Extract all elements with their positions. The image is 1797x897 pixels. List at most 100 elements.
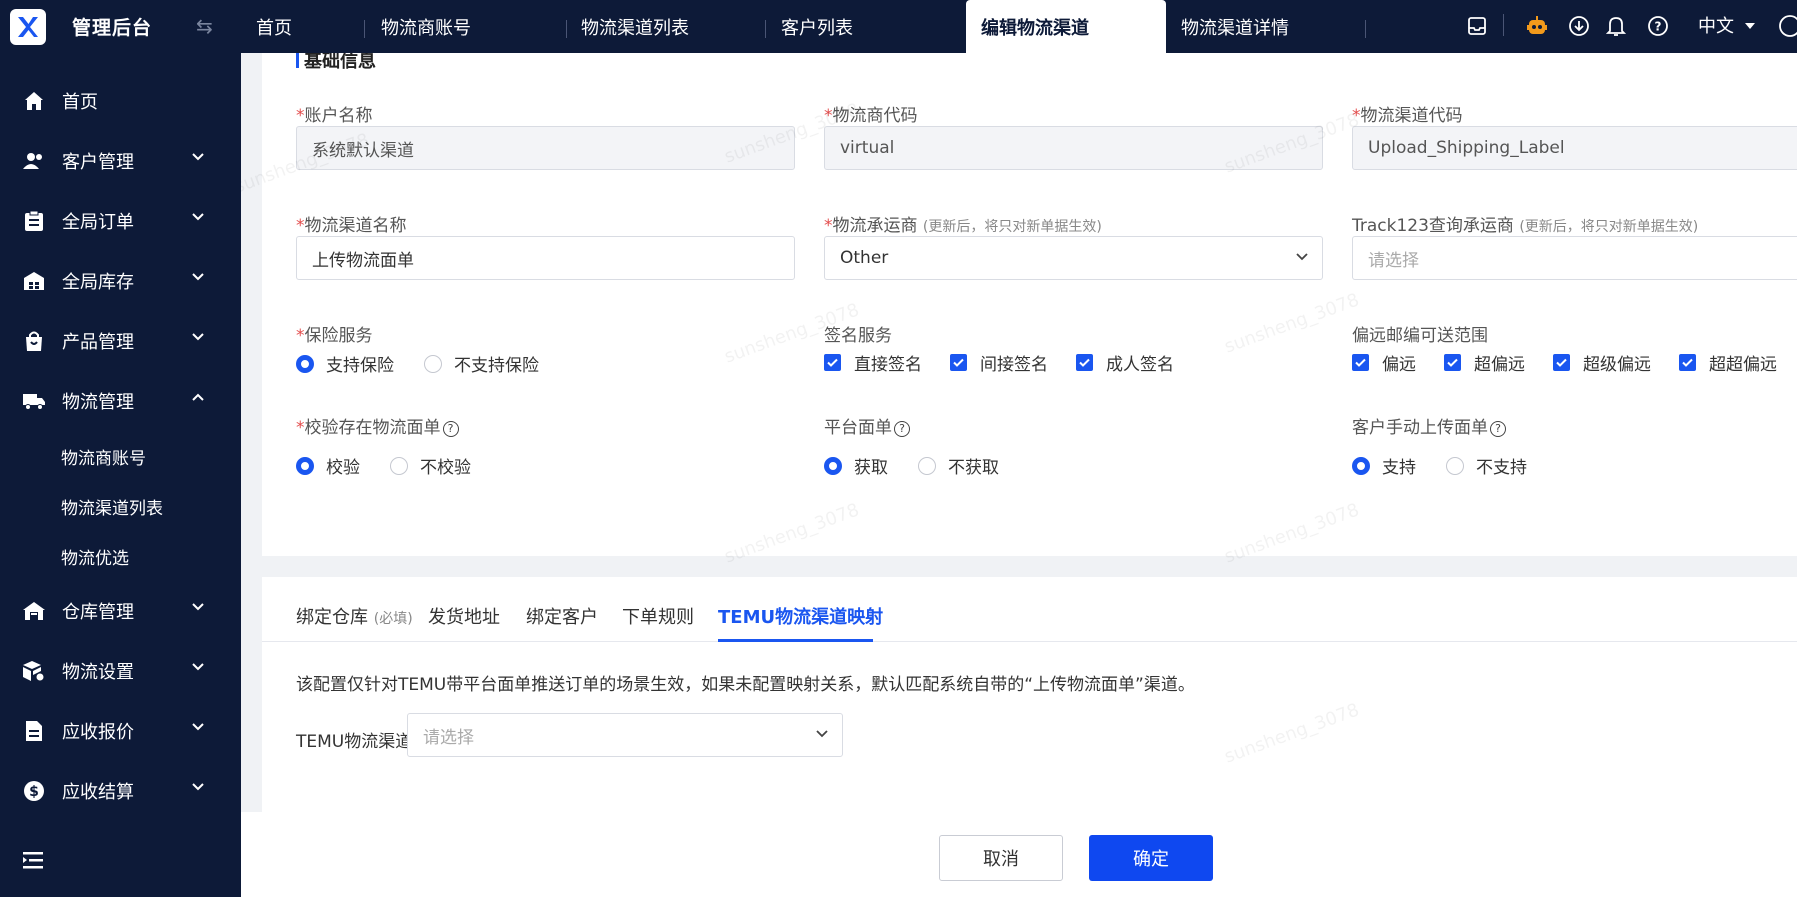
confirm-button[interactable]: 确定 (1089, 835, 1213, 881)
radio-unchecked-icon (918, 456, 936, 475)
subtab-bind-customer[interactable]: 绑定客户 (526, 603, 598, 629)
language-selector[interactable]: 中文 (1698, 12, 1756, 38)
temu-channel-select[interactable]: 请选择 (407, 713, 843, 757)
checkbox-checked-icon (1679, 354, 1696, 371)
track123-select[interactable]: 请选择 (1352, 236, 1797, 280)
checkbox-checked-icon (1553, 354, 1570, 371)
sidebar-item-products[interactable]: 产品管理 (0, 311, 241, 371)
help-circle-icon[interactable]: ? (1646, 14, 1670, 38)
track123-label: Track123查询承运商 (更新后，将只对新单据生效) (1352, 216, 1699, 236)
submenu-item-channel-list[interactable]: 物流渠道列表 (0, 481, 241, 531)
sidebar-item-label: 首页 (62, 92, 98, 113)
checkbox-checked-icon (1444, 354, 1461, 371)
signature-check-indirect[interactable]: 间接签名 (950, 350, 1048, 375)
sidebar-item-customers[interactable]: 客户管理 (0, 131, 241, 191)
sidebar-item-home[interactable]: 首页 (0, 71, 241, 131)
chevron-down-icon (192, 273, 204, 281)
signature-check-direct[interactable]: 直接签名 (824, 350, 922, 375)
help-icon[interactable]: ? (1490, 421, 1506, 437)
sidebar-item-warehouse[interactable]: 仓库管理 (0, 581, 241, 641)
tab-edit-channel[interactable]: 编辑物流渠道 (966, 0, 1166, 53)
platform-radio-fetch[interactable]: 获取 (824, 453, 888, 478)
tab-home[interactable]: 首页 (256, 0, 292, 53)
sidebar-item-orders[interactable]: 全局订单 (0, 191, 241, 251)
tab-channel-list[interactable]: 物流渠道列表 (581, 0, 689, 53)
settings-tabs-card: 绑定仓库 (必填) 发货地址 绑定客户 下单规则 TEMU物流渠道映射 该配置仅… (262, 577, 1797, 841)
remote-check-extra[interactable]: 超偏远 (1444, 350, 1525, 375)
carrier-code-input[interactable]: virtual (824, 126, 1323, 170)
remote-check-remote[interactable]: 偏远 (1352, 350, 1416, 375)
insurance-radio-no-support[interactable]: 不支持保险 (424, 351, 539, 376)
language-label: 中文 (1698, 16, 1734, 37)
chevron-down-icon (192, 213, 204, 221)
sidebar-item-receivable-settlement[interactable]: $ 应收结算 (0, 761, 241, 821)
manual-upload-radio-support[interactable]: 支持 (1352, 453, 1416, 478)
channel-code-input[interactable]: Upload_Shipping_Label (1352, 126, 1797, 170)
radio-checked-icon (1352, 456, 1370, 475)
channel-name-label: *物流渠道名称 (296, 216, 407, 236)
app-logo-icon[interactable] (10, 8, 46, 45)
manual-upload-radio-no-support[interactable]: 不支持 (1446, 453, 1527, 478)
tab-divider (1365, 20, 1366, 38)
sidebar-item-inventory[interactable]: 全局库存 (0, 251, 241, 311)
svg-text:?: ? (1655, 20, 1662, 34)
truck-icon (22, 389, 46, 413)
avatar[interactable] (1778, 14, 1797, 38)
chevron-down-icon (192, 333, 204, 341)
inbox-icon[interactable] (1465, 14, 1489, 38)
help-icon[interactable]: ? (894, 421, 910, 437)
menu-fold-icon[interactable] (22, 850, 44, 874)
users-icon (22, 149, 46, 173)
tab-divider (765, 20, 766, 38)
subtab-temu-mapping[interactable]: TEMU物流渠道映射 (718, 603, 883, 629)
sidebar-item-receivable-quotes[interactable]: 应收报价 (0, 701, 241, 761)
bell-icon[interactable] (1604, 14, 1628, 38)
radio-checked-icon (824, 456, 842, 475)
verify-radio-yes[interactable]: 校验 (296, 453, 360, 478)
tab-channel-details[interactable]: 物流渠道详情 (1181, 0, 1289, 53)
signature-check-adult[interactable]: 成人签名 (1076, 350, 1174, 375)
radio-checked-icon (296, 354, 314, 373)
box-settings-icon (22, 659, 46, 683)
subtab-bind-warehouse[interactable]: 绑定仓库 (必填) (296, 603, 413, 629)
remote-check-ultra[interactable]: 超超偏远 (1679, 350, 1777, 375)
sidebar-item-label: 物流管理 (62, 392, 134, 413)
sidebar-item-label: 产品管理 (62, 332, 134, 353)
shipper-select[interactable]: Other (824, 236, 1323, 280)
robot-assistant-icon[interactable] (1525, 14, 1549, 38)
download-icon[interactable] (1567, 14, 1591, 38)
radio-checked-icon (296, 456, 314, 475)
collapse-sidebar-icon[interactable]: ⇆ (196, 14, 213, 38)
tab-customer-list[interactable]: 客户列表 (781, 0, 853, 53)
platform-radio-no-fetch[interactable]: 不获取 (918, 453, 999, 478)
sidebar-item-logistics[interactable]: 物流管理 (0, 371, 241, 431)
chevron-down-icon (192, 783, 204, 791)
chevron-down-icon (192, 663, 204, 671)
remote-check-super[interactable]: 超级偏远 (1553, 350, 1651, 375)
signature-label: 签名服务 (824, 326, 892, 346)
toolbar-divider (1503, 14, 1504, 36)
account-name-input[interactable]: 系统默认渠道 (296, 126, 795, 170)
platform-label-label: 平台面单? (824, 413, 910, 438)
submenu-item-logistics-preference[interactable]: 物流优选 (0, 531, 241, 581)
submenu-item-carrier-accounts[interactable]: 物流商账号 (0, 431, 241, 481)
form-footer: 取消 确定 (241, 812, 1797, 897)
sidebar-item-logistics-settings[interactable]: 物流设置 (0, 641, 241, 701)
cancel-button[interactable]: 取消 (939, 835, 1063, 881)
sidebar-item-label: 客户管理 (62, 152, 134, 173)
help-icon[interactable]: ? (442, 421, 459, 437)
channel-name-input[interactable]: 上传物流面单 (296, 236, 795, 280)
subtab-order-rules[interactable]: 下单规则 (622, 603, 694, 629)
basic-info-card: 基础信息 *账户名称 系统默认渠道 *物流商代码 virtual *物流渠道代码… (262, 53, 1797, 556)
tab-carrier-accounts[interactable]: 物流商账号 (381, 0, 471, 53)
tab-divider (364, 20, 365, 38)
verify-radio-group: 校验 不校验 (296, 453, 501, 478)
subtab-ship-address[interactable]: 发货地址 (428, 603, 500, 629)
dollar-coin-icon: $ (22, 779, 46, 803)
insurance-radio-support[interactable]: 支持保险 (296, 351, 394, 376)
app-title: 管理后台 (72, 17, 153, 39)
radio-unchecked-icon (424, 354, 442, 373)
verify-radio-no[interactable]: 不校验 (390, 453, 471, 478)
radio-unchecked-icon (1446, 456, 1464, 475)
checkbox-checked-icon (950, 354, 967, 371)
